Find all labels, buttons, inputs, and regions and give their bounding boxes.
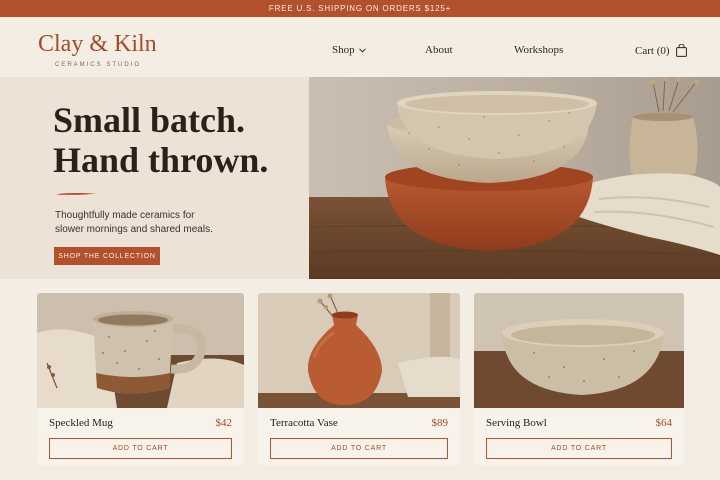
- hero-title: Small batch. Hand thrown.: [53, 100, 303, 180]
- chevron-down-icon: [358, 47, 366, 53]
- product-price: $64: [655, 417, 673, 429]
- hero-title-line: Hand thrown.: [53, 140, 269, 180]
- site-header: Clay & Kiln CERAMICS STUDIO Shop About W…: [0, 17, 720, 77]
- product-image-vase[interactable]: [258, 293, 460, 408]
- product-price: $42: [215, 417, 233, 429]
- hero-section: Small batch. Hand thrown. Thoughtfully m…: [0, 77, 720, 279]
- add-to-cart-button[interactable]: ADD TO CART: [270, 438, 448, 459]
- hero-copy-line: slower mornings and shared meals.: [55, 224, 213, 235]
- promo-banner: FREE U.S. SHIPPING ON ORDERS $125+: [0, 0, 720, 17]
- shopping-bag-icon: [675, 44, 687, 57]
- product-card-terracotta-vase[interactable]: Terracotta Vase $89 ADD TO CART: [258, 293, 460, 465]
- cart-label: Cart (0): [635, 44, 670, 57]
- hero-description: Thoughtfully made ceramics for slower mo…: [55, 209, 305, 237]
- nav-shop-label: Shop: [332, 44, 355, 56]
- brand-logo[interactable]: Clay & Kiln: [38, 31, 157, 58]
- product-card-serving-bowl[interactable]: Serving Bowl $64 ADD TO CART: [474, 293, 684, 465]
- brand-tagline: CERAMICS STUDIO: [55, 62, 142, 68]
- nav-shop[interactable]: Shop: [332, 44, 366, 56]
- add-to-cart-button[interactable]: ADD TO CART: [486, 438, 672, 459]
- add-to-cart-button[interactable]: ADD TO CART: [49, 438, 232, 459]
- product-price: $89: [431, 417, 449, 429]
- hero-image-stacked-bowls: [309, 77, 720, 279]
- product-image-mug[interactable]: [37, 293, 244, 408]
- product-card-speckled-mug[interactable]: Speckled Mug $42 ADD TO CART: [37, 293, 244, 465]
- hero-copy-line: Thoughtfully made ceramics for: [55, 210, 195, 221]
- brush-stroke-divider: [56, 192, 96, 195]
- product-name[interactable]: Terracotta Vase: [270, 417, 338, 429]
- nav-workshops[interactable]: Workshops: [514, 44, 563, 56]
- hero-title-line: Small batch.: [53, 100, 246, 140]
- nav-cart[interactable]: Cart (0): [635, 44, 687, 57]
- product-name[interactable]: Speckled Mug: [49, 417, 113, 429]
- product-image-bowl[interactable]: [474, 293, 684, 408]
- nav-about[interactable]: About: [425, 44, 453, 56]
- hero-text-panel: Small batch. Hand thrown. Thoughtfully m…: [0, 77, 309, 279]
- promo-text: FREE U.S. SHIPPING ON ORDERS $125+: [268, 4, 452, 13]
- product-name[interactable]: Serving Bowl: [486, 417, 547, 429]
- shop-collection-button[interactable]: SHOP THE COLLECTION: [54, 247, 160, 265]
